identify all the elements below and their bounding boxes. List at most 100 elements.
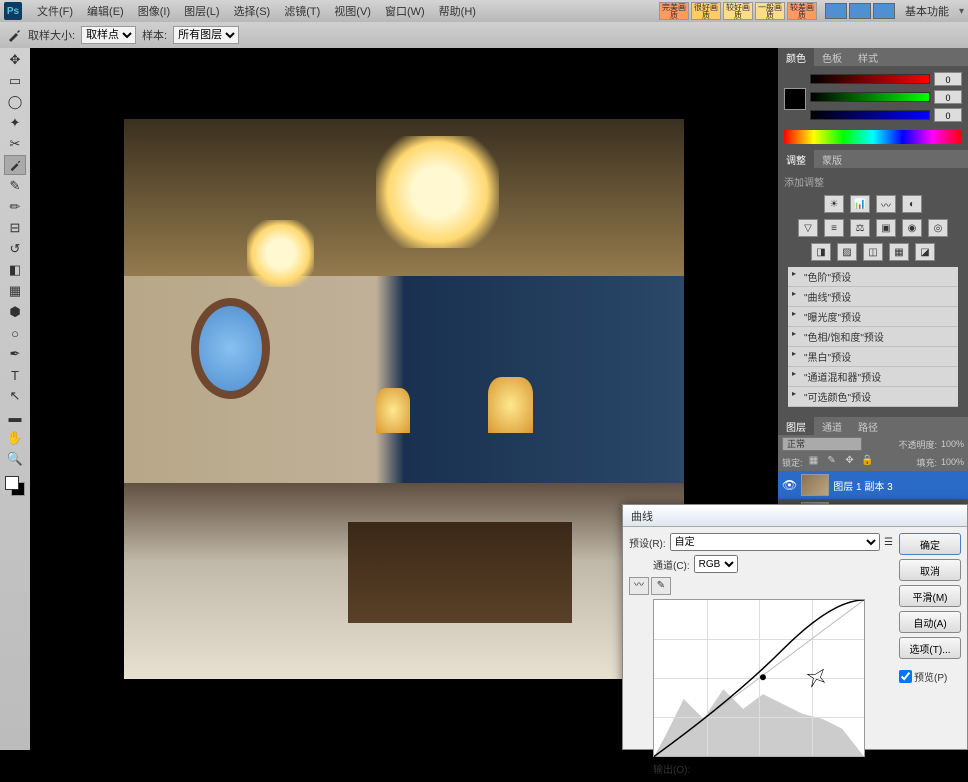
color-swatch[interactable] xyxy=(784,88,806,110)
menu-image[interactable]: 图像(I) xyxy=(131,3,177,19)
heal-tool[interactable]: ✎ xyxy=(4,176,26,196)
color-swatches[interactable] xyxy=(5,476,25,496)
opacity-value[interactable]: 100% xyxy=(941,439,964,449)
adj-vibrance-icon[interactable]: ▽ xyxy=(798,219,818,237)
adj-curves-icon[interactable]: 〰 xyxy=(876,195,896,213)
screen-mode-1[interactable] xyxy=(825,3,847,19)
tab-paths[interactable]: 路径 xyxy=(850,417,886,435)
preset-levels[interactable]: "色阶"预设 xyxy=(788,267,958,287)
quality-normal[interactable]: 一般画质 xyxy=(755,2,785,20)
lasso-tool[interactable]: ◯ xyxy=(4,92,26,112)
g-value[interactable]: 0 xyxy=(934,90,962,104)
b-value[interactable]: 0 xyxy=(934,108,962,122)
lock-transparent-icon[interactable]: ▦ xyxy=(807,455,821,469)
dialog-title[interactable]: 曲线 xyxy=(623,505,967,527)
layer-row-1[interactable]: 👁 图层 1 副本 3 xyxy=(778,471,968,499)
brush-tool[interactable]: ✏ xyxy=(4,197,26,217)
path-tool[interactable]: ↖ xyxy=(4,386,26,406)
menu-layer[interactable]: 图层(L) xyxy=(177,3,226,19)
sample-layers-select[interactable]: 所有图层 xyxy=(173,26,239,44)
preset-selective[interactable]: "可选颜色"预设 xyxy=(788,387,958,407)
layer-thumbnail[interactable] xyxy=(801,474,829,496)
menu-select[interactable]: 选择(S) xyxy=(227,3,278,19)
preview-checkbox[interactable]: 预览(P) xyxy=(899,669,961,684)
shape-tool[interactable]: ▬ xyxy=(4,407,26,427)
menu-file[interactable]: 文件(F) xyxy=(30,3,80,19)
channel-select[interactable]: RGB xyxy=(694,555,738,573)
screen-mode-3[interactable] xyxy=(873,3,895,19)
zoom-tool[interactable]: 🔍 xyxy=(4,449,26,469)
preset-select[interactable]: 自定 xyxy=(670,533,880,551)
adj-hue-icon[interactable]: ≡ xyxy=(824,219,844,237)
tab-layers[interactable]: 图层 xyxy=(778,417,814,435)
r-slider[interactable] xyxy=(810,74,930,84)
adj-gradient-map-icon[interactable]: ▦ xyxy=(889,243,909,261)
adj-invert-icon[interactable]: ◨ xyxy=(811,243,831,261)
dodge-tool[interactable]: ○ xyxy=(4,323,26,343)
workspace-dropdown-icon[interactable]: ▾ xyxy=(959,6,964,17)
curves-graph[interactable] xyxy=(653,599,865,757)
preset-mixer[interactable]: "通道混和器"预设 xyxy=(788,367,958,387)
sample-size-select[interactable]: 取样点 xyxy=(81,26,136,44)
crop-tool[interactable]: ✂ xyxy=(4,134,26,154)
marquee-tool[interactable]: ▭ xyxy=(4,71,26,91)
menu-filter[interactable]: 滤镜(T) xyxy=(277,3,327,19)
tab-channels[interactable]: 通道 xyxy=(814,417,850,435)
cancel-button[interactable]: 取消 xyxy=(899,559,961,581)
preset-menu-icon[interactable]: ☰ xyxy=(884,537,893,548)
screen-mode-2[interactable] xyxy=(849,3,871,19)
type-tool[interactable]: T xyxy=(4,365,26,385)
workspace-label[interactable]: 基本功能 xyxy=(905,3,949,19)
fill-value[interactable]: 100% xyxy=(941,457,964,467)
move-tool[interactable]: ✥ xyxy=(4,50,26,70)
lock-brush-icon[interactable]: ✎ xyxy=(825,455,839,469)
eyedropper-tool[interactable] xyxy=(4,155,26,175)
tab-masks[interactable]: 蒙版 xyxy=(814,150,850,168)
auto-button[interactable]: 自动(A) xyxy=(899,611,961,633)
adj-mixer-icon[interactable]: ◎ xyxy=(928,219,948,237)
lock-all-icon[interactable]: 🔒 xyxy=(861,455,875,469)
quality-ok[interactable]: 较好画质 xyxy=(723,2,753,20)
preset-curves[interactable]: "曲线"预设 xyxy=(788,287,958,307)
menu-help[interactable]: 帮助(H) xyxy=(432,3,483,19)
tab-color[interactable]: 颜色 xyxy=(778,48,814,66)
quality-good[interactable]: 很好画质 xyxy=(691,2,721,20)
curves-dialog[interactable]: 曲线 预设(R): 自定 ☰ 通道(C): RGB 〰 ✎ xyxy=(622,504,968,750)
adj-photo-filter-icon[interactable]: ◉ xyxy=(902,219,922,237)
hand-tool[interactable]: ✋ xyxy=(4,428,26,448)
ok-button[interactable]: 确定 xyxy=(899,533,961,555)
adj-brightness-icon[interactable]: ☀ xyxy=(824,195,844,213)
adj-posterize-icon[interactable]: ▨ xyxy=(837,243,857,261)
menu-view[interactable]: 视图(V) xyxy=(327,3,378,19)
document-canvas[interactable] xyxy=(124,119,684,679)
adj-selective-icon[interactable]: ◪ xyxy=(915,243,935,261)
blend-mode-select[interactable]: 正常 xyxy=(782,437,862,451)
adj-levels-icon[interactable]: 📊 xyxy=(850,195,870,213)
g-slider[interactable] xyxy=(810,92,930,102)
preset-exposure[interactable]: "曝光度"预设 xyxy=(788,307,958,327)
options-button[interactable]: 选项(T)... xyxy=(899,637,961,659)
preset-hue[interactable]: "色相/饱和度"预设 xyxy=(788,327,958,347)
adj-exposure-icon[interactable]: ◐ xyxy=(902,195,922,213)
tab-adjustments[interactable]: 调整 xyxy=(778,150,814,168)
gradient-tool[interactable]: ▦ xyxy=(4,281,26,301)
history-brush-tool[interactable]: ↺ xyxy=(4,239,26,259)
visibility-icon[interactable]: 👁 xyxy=(782,478,797,492)
eraser-tool[interactable]: ◧ xyxy=(4,260,26,280)
adj-threshold-icon[interactable]: ◫ xyxy=(863,243,883,261)
curve-line[interactable] xyxy=(654,600,864,757)
wand-tool[interactable]: ✦ xyxy=(4,113,26,133)
tab-swatches[interactable]: 色板 xyxy=(814,48,850,66)
lock-move-icon[interactable]: ✥ xyxy=(843,455,857,469)
menu-window[interactable]: 窗口(W) xyxy=(378,3,432,19)
curve-pencil-tool[interactable]: ✎ xyxy=(651,577,671,595)
b-slider[interactable] xyxy=(810,110,930,120)
menu-edit[interactable]: 编辑(E) xyxy=(80,3,131,19)
tab-styles[interactable]: 样式 xyxy=(850,48,886,66)
quality-perfect[interactable]: 完美画质 xyxy=(659,2,689,20)
preset-bw[interactable]: "黑白"预设 xyxy=(788,347,958,367)
stamp-tool[interactable]: ⊟ xyxy=(4,218,26,238)
curve-point-tool[interactable]: 〰 xyxy=(629,577,649,595)
spectrum-bar[interactable] xyxy=(784,130,962,144)
layer-name[interactable]: 图层 1 副本 3 xyxy=(833,478,892,493)
